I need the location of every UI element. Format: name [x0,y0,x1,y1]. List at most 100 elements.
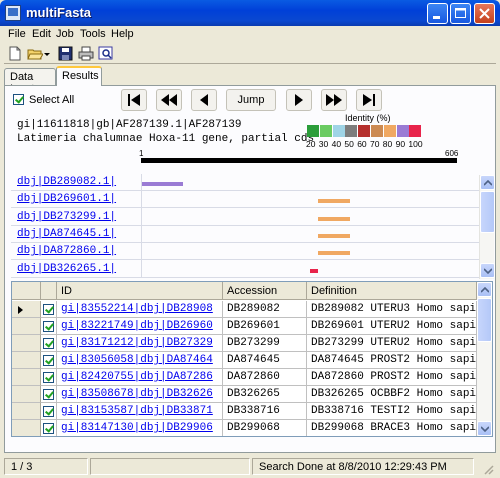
hit-alignment-bar[interactable] [318,251,350,256]
grid-scroll-thumb[interactable] [477,298,492,342]
save-icon[interactable] [58,46,74,61]
cell-id[interactable]: gi|83171212|dbj|DB27329 [57,335,223,352]
menu-help[interactable]: Help [111,28,134,40]
dropdown-arrow-icon[interactable] [43,46,51,61]
tab-data-input[interactable]: Data Input [4,68,56,95]
preview-icon[interactable] [98,46,114,61]
hit-link[interactable]: dbj|DB273299.1| [17,211,116,223]
maximize-button[interactable] [450,3,471,24]
table-row[interactable]: gi|83153587|dbj|DB33871 DB338716 DB338716 … [12,403,477,420]
current-row-icon [18,306,23,314]
jump-button[interactable]: Jump [226,89,276,111]
cell-id[interactable]: gi|83508678|dbj|DB32626 [57,386,223,403]
fast-forward-button[interactable] [321,89,347,111]
previous-icon [200,94,208,106]
hit-row-divider [11,276,481,278]
last-icon [363,94,375,106]
row-checkbox[interactable] [43,371,54,383]
new-file-icon[interactable] [7,46,23,61]
table-row[interactable]: gi|82420755|dbj|DA87286 DA872860 DA872860 … [12,369,477,386]
table-row[interactable]: gi|83171212|dbj|DB27329 DB273299 DB273299 … [12,335,477,352]
menu-file[interactable]: File [8,28,26,40]
cell-id[interactable]: gi|83056058|dbj|DA87464 [57,352,223,369]
hit-link[interactable]: dbj|DB269601.1| [17,193,116,205]
grid-scroll-down-button[interactable] [477,421,492,436]
row-checkbox[interactable] [43,405,54,417]
first-button[interactable] [121,89,147,111]
menu-edit[interactable]: Edit [32,28,51,40]
row-selector[interactable] [12,386,41,403]
status-message: Search Done at 8/8/2010 12:29:43 PM [252,458,474,475]
identity-swatch [371,125,383,137]
hit-alignment-bar[interactable] [310,268,319,273]
hit-alignment-bar[interactable] [318,199,350,204]
select-all-checkbox[interactable] [13,94,24,105]
column-header-definition[interactable]: Definition [307,282,477,300]
rewind-button[interactable] [156,89,182,111]
resize-grip-icon[interactable] [482,463,494,475]
hit-row: dbj|DB289082.1| [11,174,481,191]
row-selector[interactable] [12,301,41,318]
scroll-thumb[interactable] [480,191,495,233]
hit-link[interactable]: dbj|DB289082.1| [17,176,116,188]
ruler-max: 606 [445,149,459,158]
row-checkbox[interactable] [43,422,54,434]
scroll-up-button[interactable] [480,175,495,190]
scroll-down-button[interactable] [480,263,495,278]
grid-scrollbar[interactable] [477,282,492,436]
last-button[interactable] [356,89,382,111]
cell-id[interactable]: gi|83153587|dbj|DB33871 [57,403,223,420]
next-button[interactable] [286,89,312,111]
identity-swatch-label: 40 [331,139,342,149]
row-checkbox[interactable] [43,354,54,366]
cell-definition: DA872860 PROST2 Homo sapie [307,369,477,386]
row-selector[interactable] [12,352,41,369]
row-selector[interactable] [12,335,41,352]
hit-alignment-bar[interactable] [141,182,183,186]
table-row[interactable]: gi|83552214|dbj|DB28908 DB289082 DB289082 … [12,301,477,318]
cell-id[interactable]: gi|83147130|dbj|DB29906 [57,420,223,436]
column-header-id[interactable]: ID [57,282,223,300]
close-button[interactable] [474,3,495,24]
row-checkbox-cell [41,420,57,436]
previous-button[interactable] [191,89,217,111]
toolbar [0,44,500,64]
row-selector[interactable] [12,318,41,335]
row-selector[interactable] [12,369,41,386]
hit-map-scrollbar[interactable] [479,175,495,279]
hit-link[interactable]: dbj|DA874645.1| [17,228,116,240]
column-header-accession[interactable]: Accession [223,282,307,300]
table-row[interactable]: gi|83147130|dbj|DB29906 DB299068 DB299068 … [12,420,477,436]
open-folder-icon[interactable] [27,46,43,61]
identity-swatch [345,125,358,137]
hit-alignment-bar[interactable] [318,233,350,238]
tab-results[interactable]: Results [56,66,102,86]
menu-tools[interactable]: Tools [80,28,106,40]
row-selector[interactable] [12,403,41,420]
cell-id[interactable]: gi|83221749|dbj|DB26960 [57,318,223,335]
row-checkbox[interactable] [43,320,54,332]
row-checkbox[interactable] [43,388,54,400]
cell-id[interactable]: gi|83552214|dbj|DB28908 [57,301,223,318]
ruler-min: 1 [139,149,144,158]
hit-alignment-bar[interactable] [318,216,350,221]
toolbar-separator [4,63,496,64]
row-checkbox[interactable] [43,337,54,349]
table-row[interactable]: gi|83056058|dbj|DA87464 DA874645 DA874645 … [12,352,477,369]
hit-link[interactable]: dbj|DA872860.1| [17,245,116,257]
menu-job[interactable]: Job [56,28,74,40]
table-row[interactable]: gi|83508678|dbj|DB32626 DB326265 DB326265 … [12,386,477,403]
identity-swatch [332,125,345,137]
select-all-label: Select All [29,94,75,106]
grid-scroll-up-button[interactable] [477,282,492,297]
row-checkbox-cell [41,369,57,386]
row-checkbox[interactable] [43,303,54,315]
hit-link[interactable]: dbj|DB326265.1| [17,263,116,275]
cell-id[interactable]: gi|82420755|dbj|DA87286 [57,369,223,386]
row-checkbox-cell [41,318,57,335]
print-icon[interactable] [78,46,94,61]
minimize-button[interactable] [427,3,448,24]
identity-swatch [383,125,396,137]
row-selector[interactable] [12,420,41,436]
table-row[interactable]: gi|83221749|dbj|DB26960 DB269601 DB269601 … [12,318,477,335]
